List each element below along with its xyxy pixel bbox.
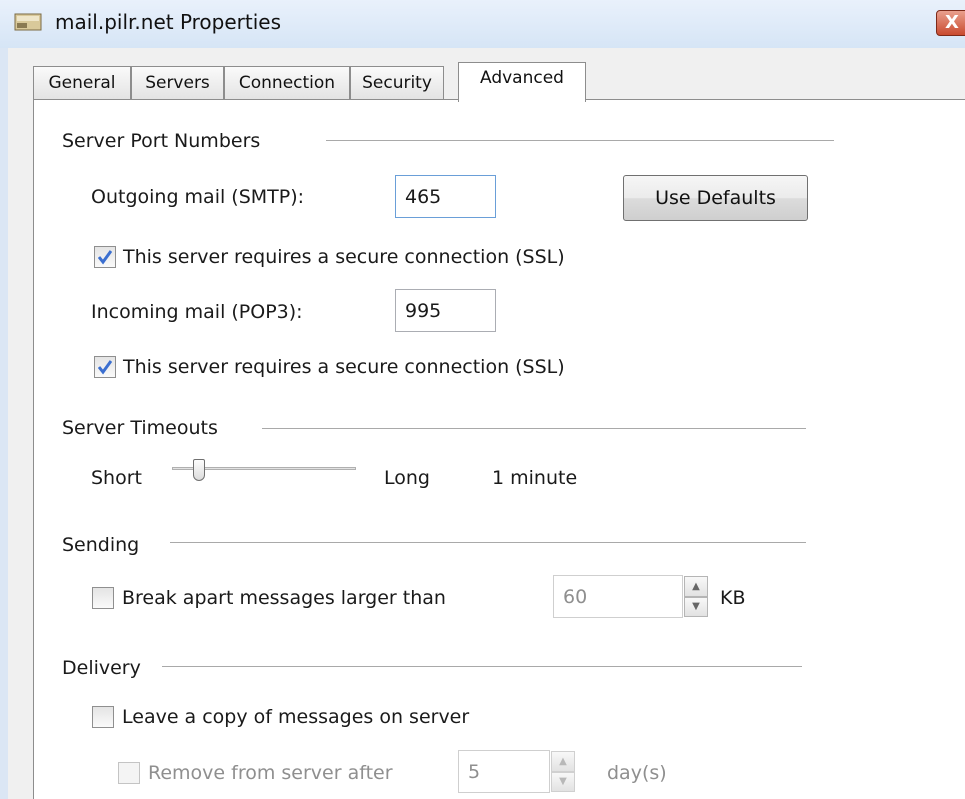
pop3-ssl-label: This server requires a secure connection… [123, 356, 565, 378]
sending-group-label: Sending [62, 534, 140, 556]
ports-group-label: Server Port Numbers [62, 130, 261, 152]
checkmark-icon [98, 360, 112, 375]
delivery-group-rule [162, 666, 802, 667]
pop3-port-input[interactable] [395, 289, 496, 332]
break-apart-label: Break apart messages larger than [122, 587, 446, 609]
remove-days-input[interactable] [458, 750, 550, 793]
message-size-input[interactable] [553, 575, 683, 618]
close-icon: X [945, 12, 959, 33]
size-spin-down[interactable]: ▼ [684, 597, 708, 617]
title-bar: mail.pilr.net Properties X [0, 0, 965, 48]
pop3-ssl-checkbox[interactable] [94, 356, 116, 378]
days-spin-up[interactable]: ▲ [551, 751, 575, 772]
timeout-value: 1 minute [492, 467, 578, 489]
window-frame [0, 48, 8, 799]
use-defaults-button[interactable]: Use Defaults [623, 175, 808, 221]
smtp-port-label: Outgoing mail (SMTP): [91, 186, 305, 208]
timeout-slider-thumb[interactable] [192, 459, 205, 481]
delivery-group-label: Delivery [62, 657, 141, 679]
timeouts-group-rule [262, 428, 806, 429]
spin-down-icon: ▼ [559, 776, 567, 787]
break-apart-checkbox[interactable] [92, 587, 114, 609]
timeouts-group-label: Server Timeouts [62, 417, 218, 439]
window-title: mail.pilr.net Properties [55, 10, 282, 34]
remove-after-label: Remove from server after [148, 762, 393, 784]
checkmark-icon [98, 250, 112, 265]
mail-account-icon [14, 13, 42, 31]
tab-general[interactable]: General [33, 66, 131, 100]
tab-advanced[interactable]: Advanced [458, 62, 586, 102]
sending-group-rule [170, 542, 806, 543]
timeout-long-label: Long [384, 467, 430, 489]
leave-copy-checkbox[interactable] [92, 706, 114, 728]
tab-security[interactable]: Security [350, 66, 444, 100]
timeout-short-label: Short [91, 467, 142, 489]
remove-days-unit: day(s) [607, 762, 667, 784]
pop3-port-label: Incoming mail (POP3): [91, 301, 303, 323]
spin-down-icon: ▼ [692, 601, 700, 612]
close-button[interactable]: X [936, 10, 965, 36]
ports-group-rule [326, 140, 834, 141]
smtp-ssl-label: This server requires a secure connection… [123, 246, 565, 268]
leave-copy-label: Leave a copy of messages on server [122, 706, 470, 728]
message-size-unit: KB [720, 587, 746, 609]
spin-up-icon: ▲ [692, 581, 700, 592]
size-spin-up[interactable]: ▲ [684, 576, 708, 597]
tab-connection[interactable]: Connection [224, 66, 350, 100]
tab-servers[interactable]: Servers [131, 66, 224, 100]
days-spin-down[interactable]: ▼ [551, 772, 575, 792]
remove-after-checkbox[interactable] [118, 762, 140, 784]
spin-up-icon: ▲ [559, 756, 567, 767]
smtp-port-input[interactable] [395, 175, 496, 218]
smtp-ssl-checkbox[interactable] [94, 246, 116, 268]
